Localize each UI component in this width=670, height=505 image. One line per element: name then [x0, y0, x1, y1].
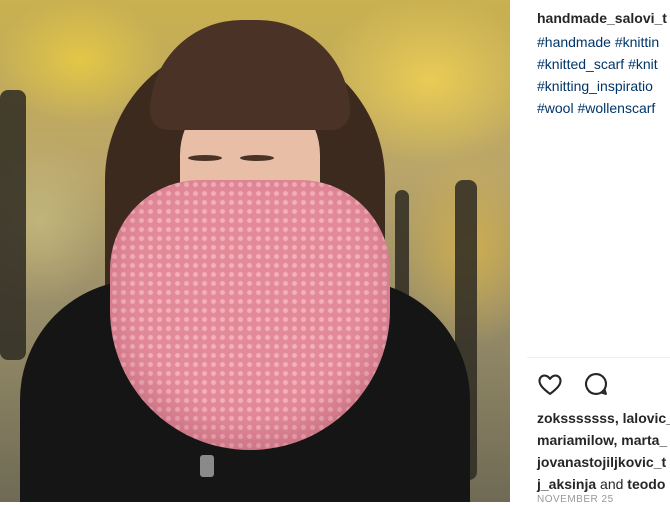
liker-username[interactable]: mariamilow, [537, 432, 617, 448]
likes-line: mariamilow, marta_ [537, 430, 670, 452]
likes-line: j_aksinja and teodo [537, 474, 670, 496]
hashtag-link[interactable]: #knittin [615, 34, 659, 50]
hashtag-line: #handmade #knittin [537, 32, 670, 54]
hashtag-link[interactable]: #knit [628, 56, 658, 72]
divider [527, 357, 670, 358]
hashtag-link[interactable]: #handmade [537, 34, 611, 50]
hashtag-link[interactable]: #knitted_scarf [537, 56, 624, 72]
tree-trunk [0, 90, 26, 360]
liker-username[interactable]: marta_ [621, 432, 667, 448]
liker-username[interactable]: jovanastojiljkovic_t [537, 454, 666, 470]
hashtag-line: #knitted_scarf #knit [537, 54, 670, 76]
likes-and-text: and [600, 476, 624, 492]
post-caption: #handmade #knittin #knitted_scarf #knit … [537, 32, 670, 120]
hashtag-link[interactable]: #wollenscarf [577, 100, 655, 116]
pink-knitted-scarf [110, 180, 390, 450]
likes-line: zoksssssss, lalovic_ [537, 408, 670, 430]
post-photo[interactable] [0, 0, 510, 502]
liker-username[interactable]: j_aksinja [537, 476, 596, 492]
hashtag-link[interactable]: #wool [537, 100, 574, 116]
liker-username[interactable]: zoksssssss, [537, 410, 619, 426]
likes-list: zoksssssss, lalovic_ mariamilow, marta_ … [537, 408, 670, 496]
jacket-zipper [200, 455, 214, 477]
heart-icon[interactable] [536, 370, 564, 398]
eye [240, 155, 274, 161]
liker-username[interactable]: teodo [627, 476, 665, 492]
liker-username[interactable]: lalovic_ [623, 410, 670, 426]
post-timestamp: NOVEMBER 25 [537, 494, 614, 505]
hair-top [150, 20, 350, 130]
likes-line: jovanastojiljkovic_t [537, 452, 670, 474]
hashtag-link[interactable]: #knitting_inspiratio [537, 78, 653, 94]
hashtag-line: #wool #wollenscarf [537, 98, 670, 120]
post-username[interactable]: handmade_salovi_t [537, 10, 667, 26]
eye [188, 155, 222, 161]
post-side-panel: handmade_salovi_t #handmade #knittin #kn… [510, 0, 670, 505]
comment-icon[interactable] [582, 370, 610, 398]
hashtag-line: #knitting_inspiratio [537, 76, 670, 98]
